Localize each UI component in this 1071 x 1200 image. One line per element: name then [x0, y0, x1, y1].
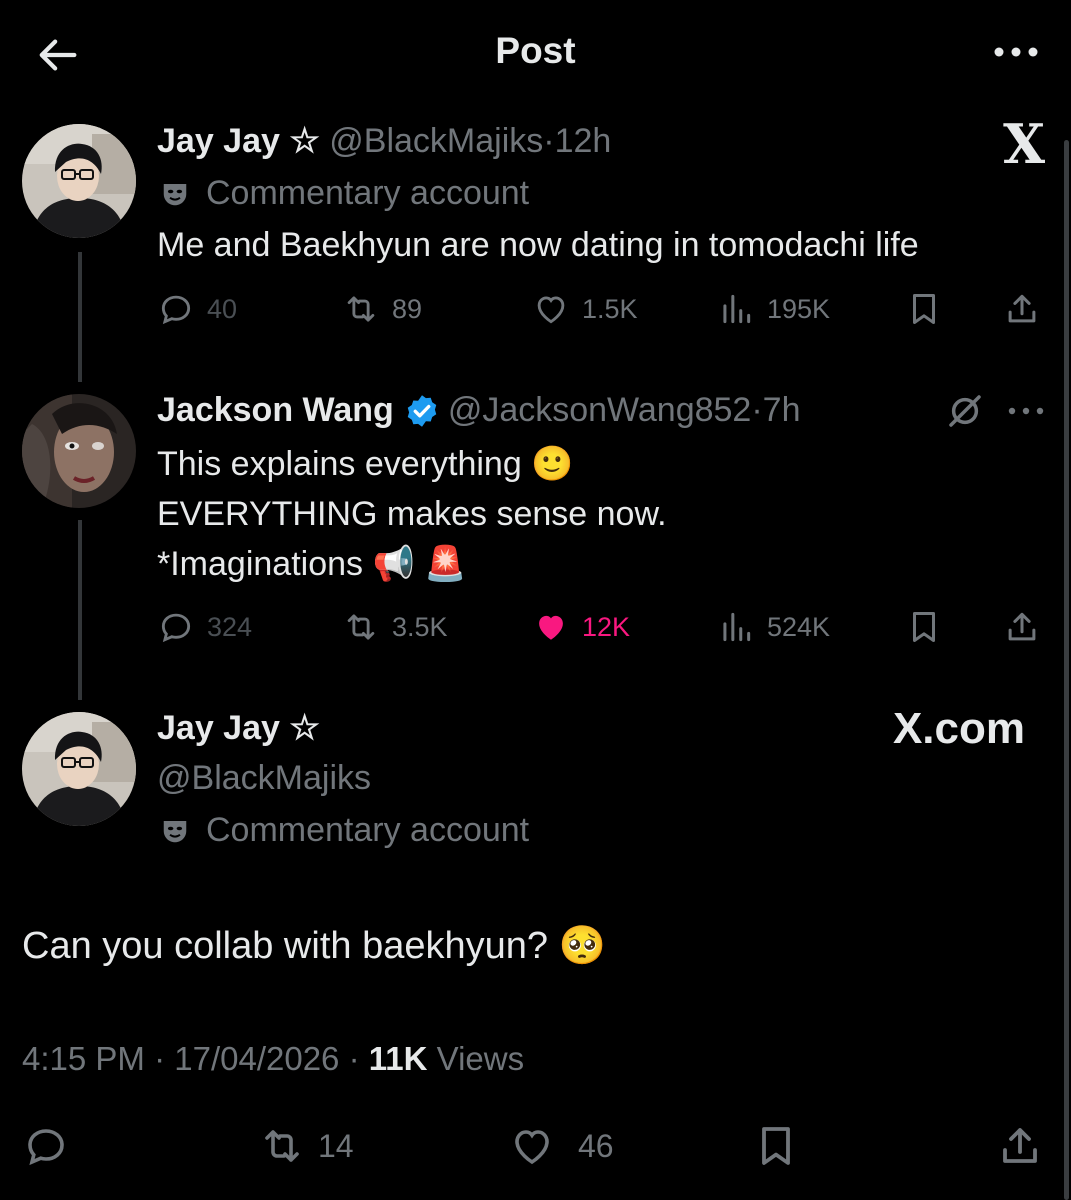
- main-post-text: Can you collab with baekhyun? 🥺: [22, 925, 606, 967]
- more-icon[interactable]: [1006, 402, 1046, 420]
- repost-count: 89: [392, 293, 423, 324]
- x-watermark: X: [1003, 112, 1045, 176]
- share-icon[interactable]: [1003, 608, 1041, 646]
- author-name[interactable]: Jackson Wang: [157, 391, 394, 430]
- separator: ·: [543, 122, 555, 160]
- repost-count: 14: [318, 1127, 354, 1164]
- affiliation-label: Commentary account: [160, 811, 529, 850]
- action-bar: 40 89 1.5K 195K: [157, 290, 1047, 334]
- main-action-bar: 14 46: [22, 1120, 1052, 1170]
- like-button[interactable]: 46: [508, 1122, 614, 1170]
- like-button[interactable]: 12K: [532, 608, 630, 646]
- bookmark-icon[interactable]: [905, 290, 943, 328]
- post-date[interactable]: 17/04/2026: [174, 1040, 339, 1077]
- separator: ·: [751, 391, 763, 429]
- post-time[interactable]: 4:15 PM: [22, 1040, 145, 1077]
- thread-line: [78, 252, 82, 382]
- verified-icon: [407, 394, 437, 427]
- share-icon[interactable]: [1003, 290, 1041, 328]
- author-handle[interactable]: @BlackMajiks: [157, 759, 371, 798]
- reply-icon: [161, 295, 191, 325]
- heart-filled-icon: [539, 615, 563, 640]
- author-name[interactable]: Jay Jay ☆: [157, 708, 320, 748]
- bookmark-icon[interactable]: [752, 1122, 800, 1170]
- label-text: Commentary account: [206, 174, 530, 212]
- reply-button[interactable]: 40: [157, 290, 237, 328]
- mask-icon: [163, 183, 187, 205]
- separator: ·: [348, 1040, 360, 1077]
- reply-icon[interactable]: [22, 1122, 70, 1170]
- views-count: 11K: [368, 1040, 428, 1077]
- reply-count: 324: [207, 611, 253, 642]
- heart-icon: [515, 1130, 549, 1165]
- xcom-watermark: X.com: [892, 704, 1025, 753]
- views-count: 195K: [767, 293, 831, 324]
- post1-header: Jay Jay ☆ @BlackMajiks·12h: [157, 121, 611, 161]
- repost-button[interactable]: 89: [342, 290, 422, 328]
- page-title: Post: [495, 30, 576, 71]
- more-icon[interactable]: [991, 40, 1041, 64]
- repost-count: 3.5K: [392, 611, 448, 642]
- post-text-line: *Imaginations 📢 🚨: [157, 545, 467, 583]
- mask-icon: [163, 820, 187, 842]
- heart-icon: [537, 296, 565, 324]
- repost-button[interactable]: 14: [258, 1122, 354, 1170]
- post-metadata: 4:15 PM · 17/04/2026 · 11K Views: [22, 1040, 524, 1078]
- reply-button[interactable]: 324: [157, 608, 252, 646]
- author-handle[interactable]: @JacksonWang852: [448, 391, 752, 430]
- grok-icon[interactable]: [944, 390, 986, 432]
- avatar[interactable]: [22, 394, 136, 508]
- views-label: Views: [436, 1040, 525, 1077]
- post-time[interactable]: 7h: [763, 391, 801, 430]
- scrollbar[interactable]: [1064, 140, 1069, 1200]
- post-time[interactable]: 12h: [555, 122, 612, 160]
- thread-line: [78, 520, 82, 700]
- avatar[interactable]: [22, 124, 136, 238]
- repost-icon: [265, 1130, 299, 1162]
- affiliation-label: Commentary account: [160, 174, 529, 213]
- repost-button[interactable]: 3.5K: [342, 608, 448, 646]
- separator: ·: [154, 1040, 166, 1077]
- like-button[interactable]: 1.5K: [532, 290, 638, 328]
- views-icon: [723, 612, 751, 642]
- views-count: 524K: [767, 611, 831, 642]
- post-text: Me and Baekhyun are now dating in tomoda…: [157, 226, 919, 264]
- label-text: Commentary account: [206, 811, 530, 849]
- repost-icon: [347, 614, 375, 640]
- author-handle[interactable]: @BlackMajiks: [329, 122, 543, 160]
- views-button[interactable]: 524K: [717, 608, 830, 646]
- post-text-line: This explains everything 🙂: [157, 445, 574, 483]
- views-icon: [723, 294, 751, 324]
- post-text-line: EVERYTHING makes sense now.: [157, 495, 667, 533]
- repost-icon: [347, 296, 375, 322]
- share-icon[interactable]: [996, 1122, 1044, 1170]
- bookmark-icon[interactable]: [905, 608, 943, 646]
- like-count: 46: [578, 1127, 614, 1164]
- reply-count: 40: [207, 293, 238, 324]
- avatar[interactable]: [22, 712, 136, 826]
- like-count: 12K: [582, 611, 631, 642]
- author-name[interactable]: Jay Jay ☆: [157, 122, 320, 160]
- action-bar: 324 3.5K 12K 524K: [157, 608, 1047, 652]
- post2-header: Jackson Wang @JacksonWang852 · 7h: [157, 391, 801, 430]
- like-count: 1.5K: [582, 293, 638, 324]
- views-button[interactable]: 195K: [717, 290, 830, 328]
- reply-icon: [161, 613, 191, 643]
